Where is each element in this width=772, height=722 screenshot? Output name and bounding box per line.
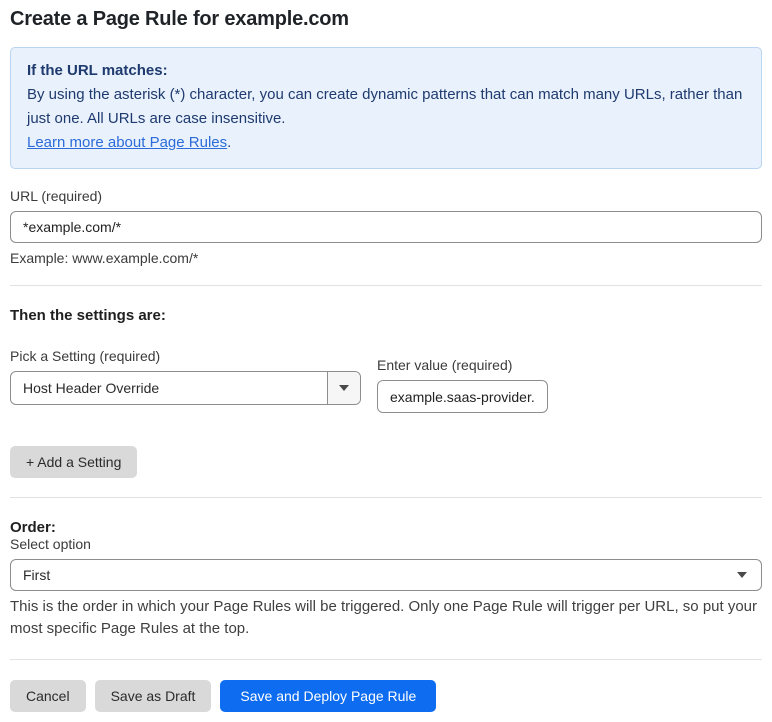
order-section-heading: Order: xyxy=(10,519,56,536)
order-select[interactable]: First xyxy=(10,559,762,591)
order-help-text: This is the order in which your Page Rul… xyxy=(10,598,758,637)
setting-select-value: Host Header Override xyxy=(23,380,160,396)
order-select-label: Select option xyxy=(10,536,91,552)
setting-select[interactable]: Host Header Override xyxy=(10,371,361,405)
setting-value-input[interactable] xyxy=(377,380,548,413)
learn-more-page-rules-link[interactable]: Learn more about Page Rules xyxy=(27,134,227,151)
page-title: Create a Page Rule for example.com xyxy=(10,8,349,30)
setting-picker-column: Pick a Setting (required) Host Header Ov… xyxy=(10,348,361,413)
info-box-link-line: Learn more about Page Rules. xyxy=(27,131,745,155)
info-box-body: By using the asterisk (*) character, you… xyxy=(27,86,743,127)
settings-section-heading: Then the settings are: xyxy=(10,307,166,324)
save-as-draft-button[interactable]: Save as Draft xyxy=(94,680,212,712)
url-match-info-box: If the URL matches: By using the asteris… xyxy=(10,47,762,169)
order-select-value: First xyxy=(23,567,51,583)
url-input[interactable] xyxy=(10,211,762,243)
add-setting-button[interactable]: + Add a Setting xyxy=(10,446,138,478)
footer-actions: Cancel Save as Draft Save and Deploy Pag… xyxy=(10,680,762,712)
link-suffix-period: . xyxy=(227,134,232,151)
divider xyxy=(10,659,762,660)
settings-row: Pick a Setting (required) Host Header Ov… xyxy=(10,348,762,413)
pick-setting-label: Pick a Setting (required) xyxy=(10,348,161,364)
divider xyxy=(10,497,762,498)
chevron-down-icon xyxy=(339,385,349,391)
chevron-down-icon xyxy=(737,572,747,578)
cancel-button[interactable]: Cancel xyxy=(10,680,86,712)
divider xyxy=(10,285,762,286)
enter-value-label: Enter value (required) xyxy=(377,357,513,373)
save-and-deploy-button[interactable]: Save and Deploy Page Rule xyxy=(220,680,437,712)
url-example-hint: Example: www.example.com/* xyxy=(10,250,199,266)
setting-select-arrow-button[interactable] xyxy=(327,372,360,404)
info-box-heading: If the URL matches: xyxy=(27,62,168,79)
setting-value-column: Enter value (required) xyxy=(377,357,548,413)
url-label: URL (required) xyxy=(10,188,103,204)
create-page-rule-form: Create a Page Rule for example.com If th… xyxy=(0,0,772,722)
